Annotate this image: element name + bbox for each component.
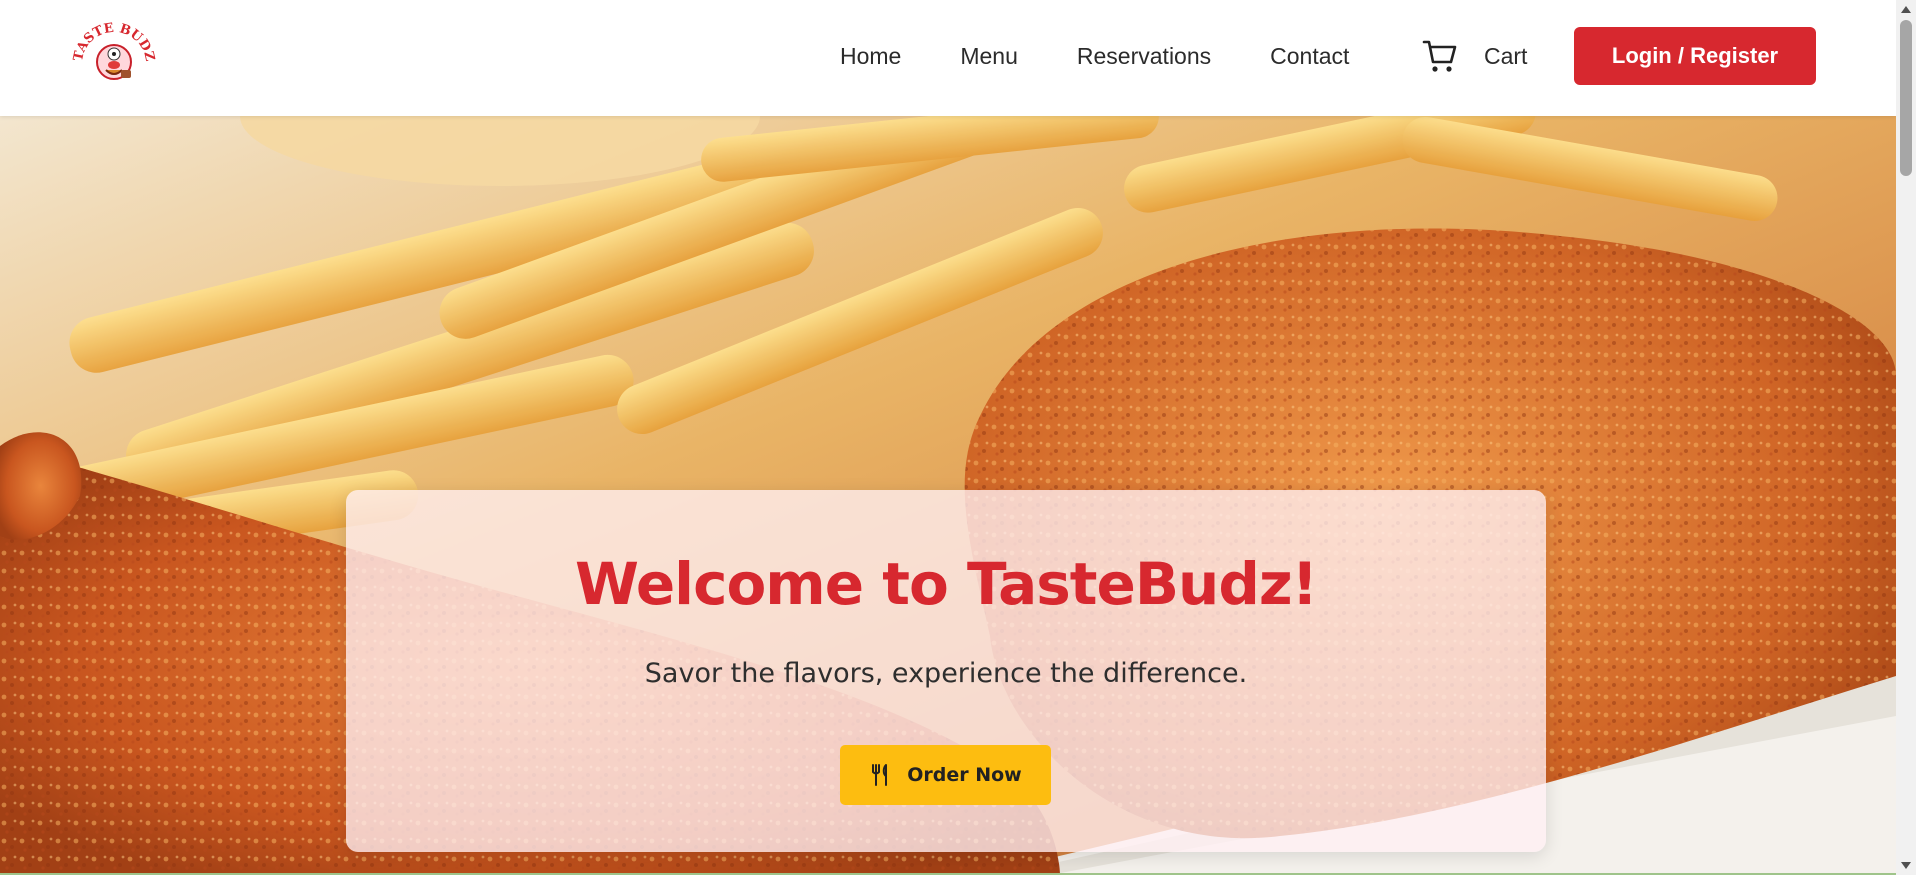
scroll-up-arrow-icon[interactable] (1896, 0, 1916, 18)
cart-label: Cart (1484, 42, 1528, 69)
order-now-button[interactable]: Order Now (840, 745, 1051, 805)
scrollbar-thumb[interactable] (1900, 20, 1912, 176)
nav-link-reservations[interactable]: Reservations (1077, 43, 1211, 70)
scroll-down-arrow-icon[interactable] (1896, 857, 1916, 875)
vertical-scrollbar[interactable] (1896, 0, 1916, 875)
navbar: TASTE BUDZ Home Menu Reservations Contac… (0, 0, 1896, 116)
cart-link[interactable]: Cart (1422, 36, 1527, 76)
logo[interactable]: TASTE BUDZ (71, 18, 157, 90)
nav-link-menu[interactable]: Menu (960, 43, 1018, 70)
shopping-cart-icon (1422, 40, 1457, 72)
fork-knife-icon (872, 764, 888, 786)
hero-subtitle: Savor the flavors, experience the differ… (644, 658, 1248, 689)
login-register-button[interactable]: Login / Register (1574, 27, 1816, 85)
page: TASTE BUDZ Home Menu Reservations Contac… (0, 0, 1896, 875)
hero-section: Welcome to TasteBudz! Savor the flavors,… (0, 116, 1896, 875)
hero-title: Welcome to TasteBudz! (574, 550, 1318, 618)
nav-links: Home Menu Reservations Contact (840, 38, 1349, 74)
order-now-label: Order Now (907, 764, 1022, 786)
logo-mascot-icon: TASTE BUDZ (71, 21, 157, 80)
welcome-card: Welcome to TasteBudz! Savor the flavors,… (346, 490, 1546, 852)
nav-link-home[interactable]: Home (840, 43, 901, 70)
nav-link-contact[interactable]: Contact (1270, 43, 1349, 70)
